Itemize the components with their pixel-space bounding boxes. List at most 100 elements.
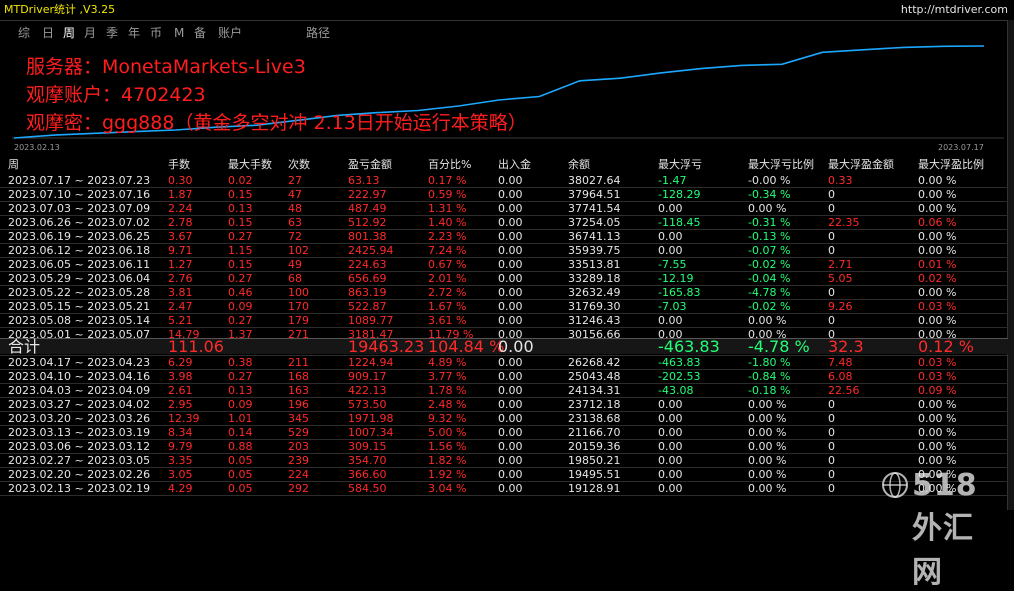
tab-day[interactable]: 日	[42, 24, 54, 42]
table-row[interactable]: 2023.02.20 ~ 2023.02.26 3.05 0.05 224 366.60…	[0, 468, 1008, 482]
table-row[interactable]: 2023.05.29 ~ 2023.06.04 2.76 0.27 68 656.69 2…	[0, 272, 1008, 286]
col-header-max-float-pct[interactable]: 最大浮盈比例	[918, 157, 984, 173]
cell-deposits: 0.00	[498, 370, 523, 383]
col-header-lots[interactable]: 手数	[168, 157, 190, 173]
cell-trades: 211	[288, 356, 309, 369]
table-row[interactable]: 2023.06.19 ~ 2023.06.25 3.67 0.27 72 801.38 2…	[0, 230, 1008, 244]
cell-trades: 239	[288, 454, 309, 467]
cell-trades: 168	[288, 370, 309, 383]
table-row[interactable]: 2023.03.20 ~ 2023.03.26 12.39 1.01 345 1971.…	[0, 412, 1008, 426]
cell-trades: 196	[288, 398, 309, 411]
cell-lots: 3.81	[168, 286, 193, 299]
tab-summary[interactable]: 综	[18, 24, 30, 42]
col-header-deposits[interactable]: 出入金	[498, 157, 531, 173]
window-edge-scrollbar[interactable]	[1007, 20, 1014, 510]
tab-symbol[interactable]: 币	[150, 24, 162, 42]
cell-deposits: 0.00	[498, 412, 523, 425]
app-title: MTDriver统计 ,V3.25	[4, 3, 116, 16]
table-row[interactable]: 2023.04.03 ~ 2023.04.09 2.61 0.13 163 422.13…	[0, 384, 1008, 398]
cell-max-float-pct: 0.00 %	[918, 454, 957, 467]
cell-max-lots: 0.27	[228, 370, 253, 383]
cell-profit: 224.63	[348, 258, 387, 271]
table-row[interactable]: 2023.06.12 ~ 2023.06.18 9.71 1.15 102 2425.9…	[0, 244, 1008, 258]
col-header-profit[interactable]: 盈亏金额	[348, 157, 392, 173]
table-row[interactable]: 2023.07.03 ~ 2023.07.09 2.24 0.13 48 487.49 1…	[0, 202, 1008, 216]
col-header-trades[interactable]: 次数	[288, 157, 310, 173]
table-row[interactable]: 2023.03.13 ~ 2023.03.19 8.34 0.14 529 1007.3…	[0, 426, 1008, 440]
cell-deposits: 0.00	[498, 216, 523, 229]
cell-max-float-profit: 0	[828, 440, 835, 453]
cell-max-float-pct: 0.02 %	[918, 272, 957, 285]
cell-deposits: 0.00	[498, 398, 523, 411]
totals-label: 合计	[8, 337, 41, 356]
table-row[interactable]: 2023.05.08 ~ 2023.05.14 5.21 0.27 179 1089.7…	[0, 314, 1008, 328]
cell-profit: 309.15	[348, 440, 387, 453]
cell-week: 2023.04.10 ~ 2023.04.16	[8, 370, 151, 383]
cell-lots: 9.71	[168, 244, 193, 257]
table-row[interactable]: 2023.06.26 ~ 2023.07.02 2.78 0.15 63 512.92 1…	[0, 216, 1008, 230]
cell-max-float-pct: 0.00 %	[918, 174, 957, 187]
table-row[interactable]: 2023.03.06 ~ 2023.03.12 9.79 0.88 203 309.15…	[0, 440, 1008, 454]
cell-max-float-profit: 0	[828, 244, 835, 257]
cell-lots: 1.87	[168, 188, 193, 201]
table-row[interactable]: 2023.07.10 ~ 2023.07.16 1.87 0.15 47 222.97 0…	[0, 188, 1008, 202]
overlay-account-line: 观摩账户：4702423	[26, 84, 206, 106]
col-header-percent[interactable]: 百分比%	[428, 157, 471, 173]
table-row[interactable]: 2023.04.17 ~ 2023.04.23 6.29 0.38 211 1224.9…	[0, 356, 1008, 370]
tab-month[interactable]: 月	[84, 24, 96, 42]
col-header-max-drawdown-pct[interactable]: 最大浮亏比例	[748, 157, 814, 173]
cell-trades: 68	[288, 272, 302, 285]
cell-max-drawdown: -1.47	[658, 174, 687, 187]
tab-magic[interactable]: M	[174, 24, 184, 42]
cell-percent: 1.31 %	[428, 202, 467, 215]
tab-quarter[interactable]: 季	[106, 24, 118, 42]
cell-max-lots: 0.13	[228, 202, 253, 215]
table-row[interactable]: 2023.06.05 ~ 2023.06.11 1.27 0.15 49 224.63 0…	[0, 258, 1008, 272]
tab-path[interactable]: 路径	[306, 24, 330, 42]
tab-year[interactable]: 年	[128, 24, 140, 42]
cell-lots: 3.98	[168, 370, 193, 383]
cell-balance: 20159.36	[568, 440, 621, 453]
site-url-link[interactable]: http://mtdriver.com	[901, 0, 1008, 20]
col-header-max-float-profit[interactable]: 最大浮盈金额	[828, 157, 894, 173]
cell-percent: 1.78 %	[428, 384, 467, 397]
table-row[interactable]: 2023.02.13 ~ 2023.02.19 4.29 0.05 292 584.50…	[0, 482, 1008, 496]
overlay-server-line: 服务器：MonetaMarkets-Live3	[26, 56, 306, 78]
cell-max-drawdown-pct: 0.00 %	[748, 202, 787, 215]
cell-max-drawdown-pct: 0.00 %	[748, 482, 787, 495]
cell-week: 2023.03.13 ~ 2023.03.19	[8, 426, 151, 439]
cell-max-drawdown-pct: 0.00 %	[748, 440, 787, 453]
cell-deposits: 0.00	[498, 384, 523, 397]
col-header-balance[interactable]: 余额	[568, 157, 590, 173]
table-row[interactable]: 2023.04.10 ~ 2023.04.16 3.98 0.27 168 909.17…	[0, 370, 1008, 384]
col-header-max-lots[interactable]: 最大手数	[228, 157, 272, 173]
cell-percent: 0.67 %	[428, 258, 467, 271]
col-header-max-drawdown[interactable]: 最大浮亏	[658, 157, 702, 173]
cell-week: 2023.02.13 ~ 2023.02.19	[8, 482, 151, 495]
cell-deposits: 0.00	[498, 230, 523, 243]
tab-comment[interactable]: 备	[194, 24, 206, 42]
cell-trades: 345	[288, 412, 309, 425]
overlay-password-line: 观摩密：ggg888（黄金多空对冲 2.13日开始运行本策略）	[26, 112, 527, 134]
cell-percent: 9.32 %	[428, 412, 467, 425]
col-header-week[interactable]: 周	[8, 157, 19, 173]
table-row[interactable]: 2023.05.15 ~ 2023.05.21 2.47 0.09 170 522.87…	[0, 300, 1008, 314]
cell-max-lots: 0.09	[228, 300, 253, 313]
cell-balance: 19495.51	[568, 468, 621, 481]
table-row[interactable]: 2023.07.17 ~ 2023.07.23 0.30 0.02 27 63.13 0.…	[0, 174, 1008, 188]
table-row[interactable]: 2023.02.27 ~ 2023.03.05 3.35 0.05 239 354.70…	[0, 454, 1008, 468]
table-row[interactable]: 2023.05.22 ~ 2023.05.28 3.81 0.46 100 863.19…	[0, 286, 1008, 300]
cell-percent: 3.04 %	[428, 482, 467, 495]
tab-week[interactable]: 周	[63, 24, 75, 42]
cell-lots: 3.35	[168, 454, 193, 467]
cell-max-float-profit: 0	[828, 468, 835, 481]
cell-max-float-pct: 0.00 %	[918, 202, 957, 215]
tab-account[interactable]: 账户	[218, 24, 242, 42]
table-row[interactable]: 2023.03.27 ~ 2023.04.02 2.95 0.09 196 573.50…	[0, 398, 1008, 412]
cell-profit: 801.38	[348, 230, 387, 243]
cell-trades: 27	[288, 174, 302, 187]
cell-max-drawdown-pct: 0.00 %	[748, 412, 787, 425]
cell-deposits: 0.00	[498, 314, 523, 327]
cell-max-lots: 0.27	[228, 272, 253, 285]
cell-max-lots: 0.38	[228, 356, 253, 369]
